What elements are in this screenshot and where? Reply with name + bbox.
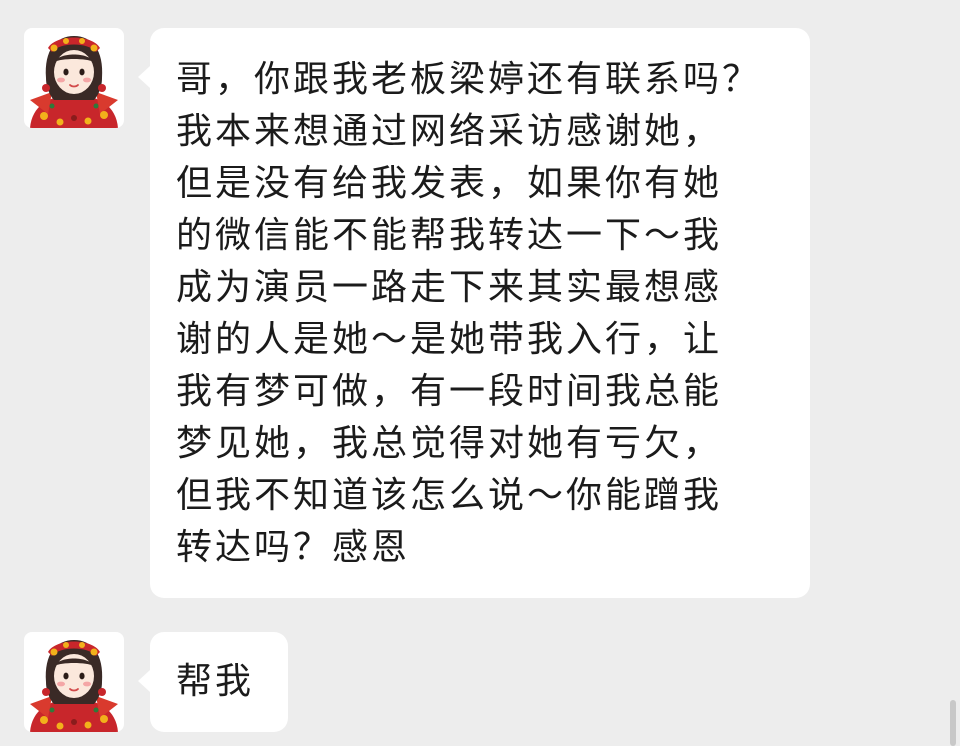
message-text-line: 帮我 [176,661,255,702]
message-bubble[interactable]: 哥，你跟我老板梁婷还有联系吗？ 我本来想通过网络采访感谢她， 但是没有给我发表，… [138,28,810,598]
message-text-line: 哥，你跟我老板梁婷还有联系吗？ [176,59,762,100]
message-text-line: 的微信能不能帮我转达一下～我 [176,215,723,256]
message-text-line: 谢的人是她～是她带我入行，让 [176,319,723,360]
message-bubble[interactable]: 帮我 [138,632,288,732]
chat-window: 哥，你跟我老板梁婷还有联系吗？ 我本来想通过网络采访感谢她， 但是没有给我发表，… [0,0,960,746]
message-text-line: 但是没有给我发表，如果你有她 [176,163,723,204]
message-text-line: 我有梦可做，有一段时间我总能 [176,371,723,412]
avatar[interactable] [24,632,124,732]
avatar[interactable] [24,28,124,128]
message-text-line: 转达吗？感恩 [176,527,411,568]
avatar-icon [24,28,124,128]
message-text-line: 梦见她，我总觉得对她有亏欠， [176,423,723,464]
message-text-line: 成为演员一路走下来其实最想感 [176,267,723,308]
avatar-icon [24,632,124,732]
message-text-line: 我本来想通过网络采访感谢她， [176,111,723,152]
message-text-line: 但我不知道该怎么说～你能蹭我 [176,475,723,516]
scrollbar[interactable] [950,700,956,746]
